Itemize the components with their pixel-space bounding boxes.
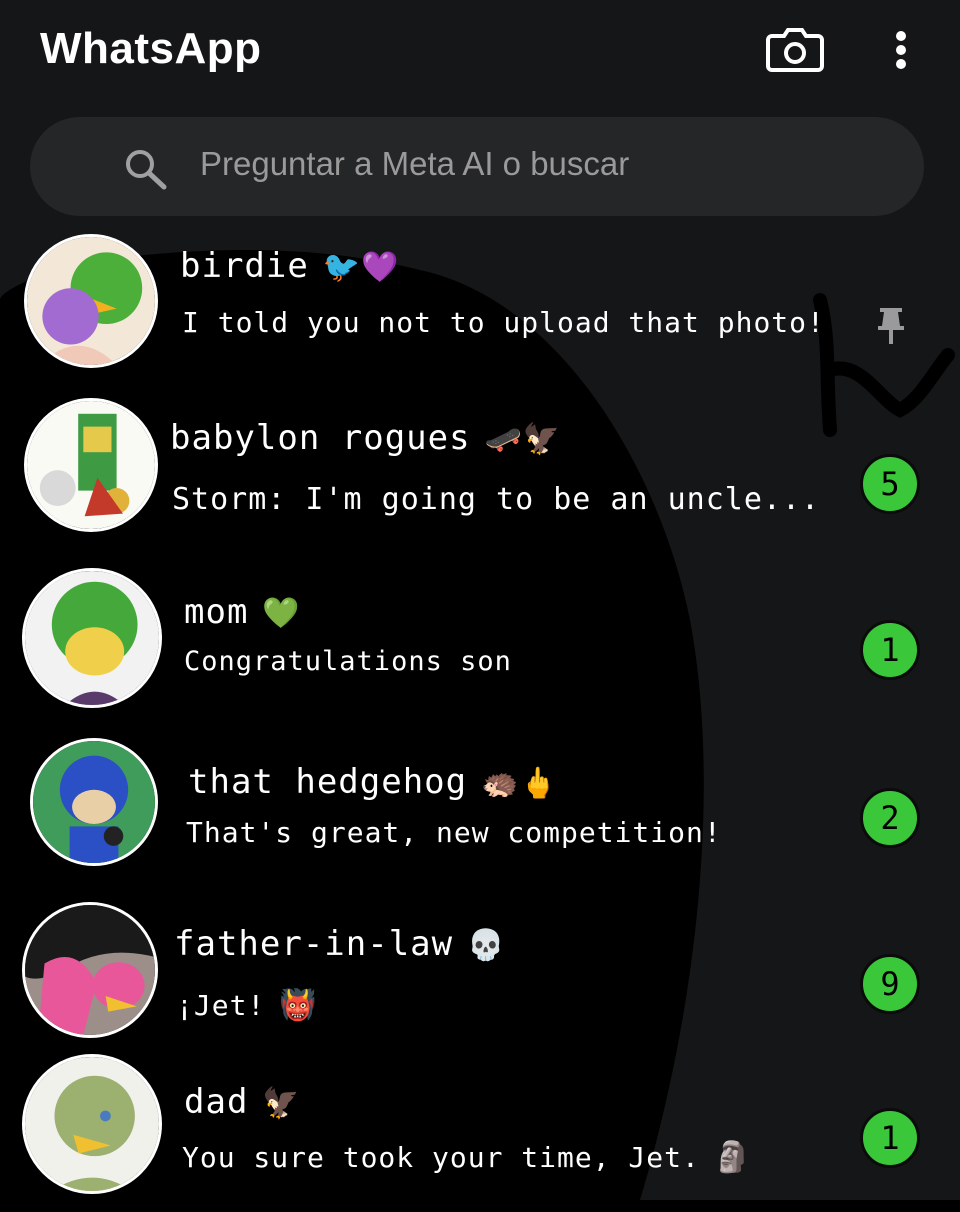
more-vertical-icon[interactable] [886, 28, 916, 72]
chat-name-emoji: 🛹🦅 [484, 422, 562, 457]
chat-message: I told you not to upload that photo! [182, 306, 825, 339]
search-icon [122, 147, 170, 191]
app-header: WhatsApp [0, 0, 960, 100]
chat-name: birdie 🐦💜 [180, 246, 400, 286]
search-bar[interactable]: Preguntar a Meta AI o buscar [30, 117, 924, 216]
chat-message: You sure took your time, Jet. 🗿 [182, 1140, 753, 1175]
chat-message: That's great, new competition! [186, 816, 722, 849]
chat-name: babylon rogues 🛹🦅 [170, 418, 562, 458]
message-emoji: 🗿 [713, 1140, 753, 1175]
chat-item-birdie[interactable]: birdie 🐦💜 I told you not to upload that p… [0, 228, 960, 388]
chat-name: father-in-law 💀 [174, 924, 506, 964]
chat-item-father-in-law[interactable]: father-in-law 💀 ¡Jet! 👹 9 [0, 900, 960, 1060]
chat-name: dad 🦅 [184, 1082, 301, 1122]
unread-badge: 9 [860, 954, 920, 1014]
pin-icon [874, 306, 908, 346]
chat-name-emoji: 🐦💜 [322, 250, 400, 285]
chat-message: Storm: I'm going to be an uncle... [172, 482, 821, 517]
app-title: WhatsApp [40, 24, 262, 73]
chat-item-dad[interactable]: dad 🦅 You sure took your time, Jet. 🗿 1 [0, 1052, 960, 1212]
chat-item-mom[interactable]: mom 💚 Congratulations son 1 [0, 564, 960, 724]
search-placeholder: Preguntar a Meta AI o buscar [200, 145, 630, 182]
avatar [22, 568, 162, 708]
chat-name-emoji: 🦔🖕 [481, 766, 558, 801]
chat-name-emoji: 🦅 [262, 1086, 301, 1121]
message-emoji: 👹 [279, 988, 318, 1023]
chat-name: that hedgehog 🦔🖕 [188, 762, 558, 802]
avatar [22, 1054, 162, 1194]
unread-badge: 5 [860, 454, 920, 514]
chat-item-babylon-rogues[interactable]: babylon rogues 🛹🦅 Storm: I'm going to be … [0, 394, 960, 554]
avatar [30, 738, 158, 866]
unread-badge: 2 [860, 788, 920, 848]
chat-item-that-hedgehog[interactable]: that hedgehog 🦔🖕 That's great, new compet… [0, 734, 960, 894]
unread-badge: 1 [860, 1108, 920, 1168]
chat-name-emoji: 💀 [467, 928, 506, 963]
chat-message: Congratulations son [184, 646, 512, 677]
avatar [24, 234, 158, 368]
camera-icon[interactable] [766, 28, 824, 72]
unread-badge: 1 [860, 620, 920, 680]
chat-message: ¡Jet! 👹 [176, 988, 318, 1023]
avatar [22, 902, 158, 1038]
chat-name-emoji: 💚 [262, 596, 301, 631]
avatar [24, 398, 158, 532]
chat-name: mom 💚 [184, 592, 301, 632]
